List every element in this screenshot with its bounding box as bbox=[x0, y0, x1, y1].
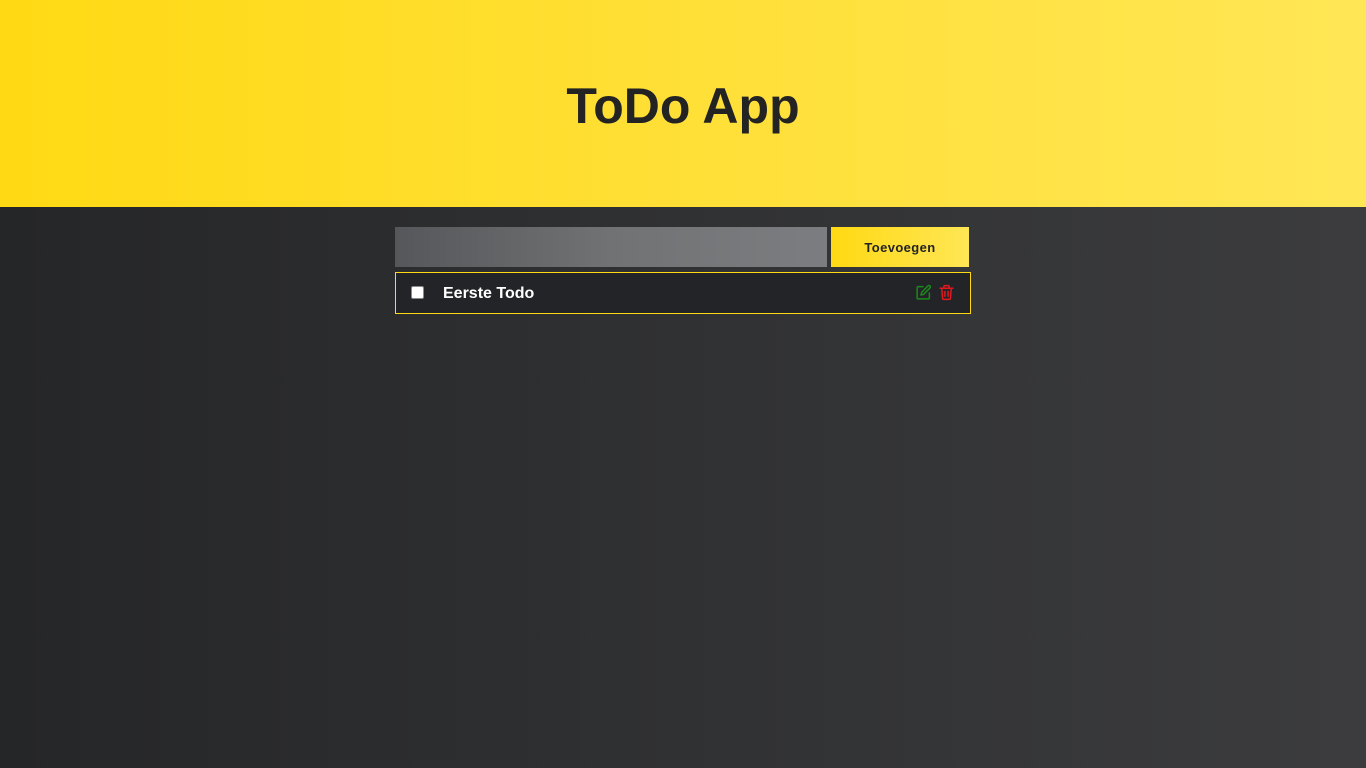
page-title: ToDo App bbox=[566, 78, 800, 134]
todo-checkbox[interactable] bbox=[411, 286, 424, 299]
add-todo-button[interactable]: Toevoegen bbox=[831, 227, 969, 267]
add-todo-form: Toevoegen bbox=[395, 227, 969, 267]
app-header: ToDo App bbox=[0, 0, 1366, 207]
todo-input[interactable] bbox=[395, 227, 827, 267]
todo-text: Eerste Todo bbox=[443, 285, 535, 302]
trash-icon[interactable] bbox=[938, 284, 955, 301]
todo-list: Eerste Todo bbox=[395, 272, 971, 314]
edit-icon[interactable] bbox=[915, 284, 932, 301]
todo-item: Eerste Todo bbox=[395, 272, 971, 314]
